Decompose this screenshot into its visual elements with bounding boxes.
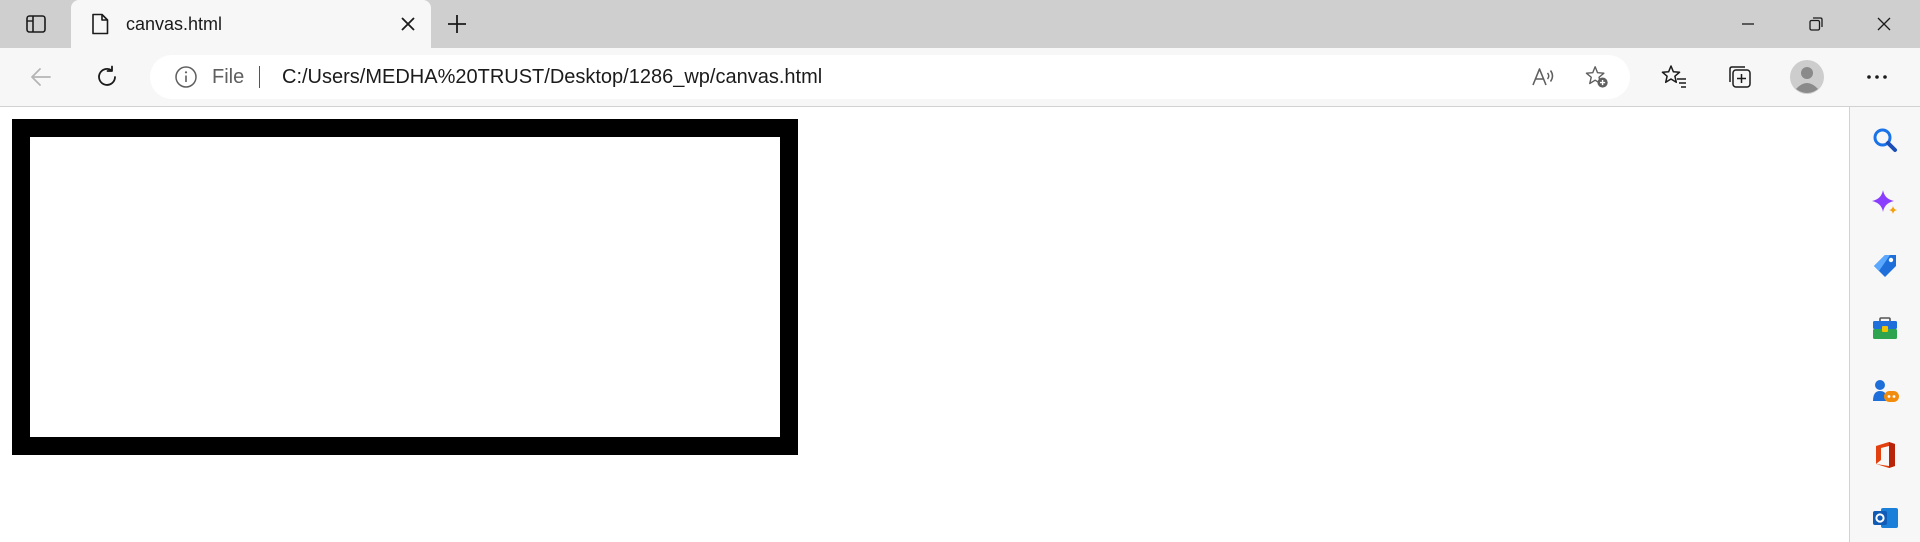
active-tab[interactable]: canvas.html bbox=[71, 0, 431, 48]
close-icon bbox=[1877, 17, 1891, 31]
profile-button[interactable] bbox=[1787, 57, 1827, 97]
search-icon bbox=[1873, 128, 1897, 152]
shopping-icon bbox=[1874, 255, 1896, 277]
games-icon bbox=[1873, 380, 1899, 402]
outlook-button[interactable] bbox=[1866, 499, 1904, 537]
toolbar: File C:/Users/MEDHA%20TRUST/Desktop/1286… bbox=[0, 48, 1920, 107]
tab-actions-icon bbox=[26, 15, 46, 33]
profile-avatar bbox=[1790, 60, 1824, 94]
minimize-icon bbox=[1742, 23, 1754, 25]
office-icon bbox=[1876, 442, 1895, 468]
refresh-button[interactable] bbox=[87, 57, 127, 97]
tools-button[interactable] bbox=[1866, 310, 1904, 348]
canvas-element bbox=[12, 119, 798, 455]
office-button[interactable] bbox=[1866, 436, 1904, 474]
outlook-icon bbox=[1873, 508, 1898, 528]
collections-icon bbox=[1729, 66, 1751, 88]
add-favorite-icon[interactable] bbox=[1584, 64, 1610, 90]
new-tab-button[interactable] bbox=[440, 7, 474, 41]
close-icon bbox=[401, 17, 415, 31]
restore-button[interactable] bbox=[1782, 0, 1850, 48]
tools-icon bbox=[1873, 317, 1897, 339]
close-window-button[interactable] bbox=[1850, 0, 1918, 48]
info-icon[interactable] bbox=[174, 65, 198, 89]
tab-close-button[interactable] bbox=[395, 11, 421, 37]
copilot-icon bbox=[1872, 190, 1897, 214]
tab-title: canvas.html bbox=[126, 14, 223, 34]
url-text[interactable]: C:/Users/MEDHA%20TRUST/Desktop/1286_wp/c… bbox=[282, 66, 822, 88]
more-icon bbox=[1867, 75, 1887, 79]
read-aloud-icon[interactable] bbox=[1530, 64, 1556, 90]
title-bar: canvas.html bbox=[0, 0, 1920, 48]
tab-actions-button[interactable] bbox=[14, 8, 58, 40]
file-icon bbox=[89, 13, 111, 35]
favorites-button[interactable] bbox=[1654, 57, 1694, 97]
shopping-button[interactable] bbox=[1866, 247, 1904, 285]
page-content bbox=[0, 107, 1849, 542]
collections-button[interactable] bbox=[1720, 57, 1760, 97]
more-button[interactable] bbox=[1857, 57, 1897, 97]
scheme-label: File bbox=[212, 66, 245, 88]
plus-icon bbox=[448, 15, 466, 33]
refresh-icon bbox=[98, 65, 116, 86]
copilot-button[interactable] bbox=[1866, 184, 1904, 222]
back-arrow-icon bbox=[31, 68, 51, 86]
sidebar bbox=[1849, 107, 1920, 542]
search-button[interactable] bbox=[1866, 121, 1904, 159]
minimize-button[interactable] bbox=[1714, 0, 1782, 48]
address-bar[interactable]: File C:/Users/MEDHA%20TRUST/Desktop/1286… bbox=[150, 55, 1630, 99]
restore-icon bbox=[1809, 17, 1823, 31]
favorites-icon bbox=[1661, 65, 1686, 88]
games-button[interactable] bbox=[1866, 373, 1904, 411]
back-button[interactable] bbox=[21, 57, 61, 97]
address-separator bbox=[259, 66, 260, 88]
